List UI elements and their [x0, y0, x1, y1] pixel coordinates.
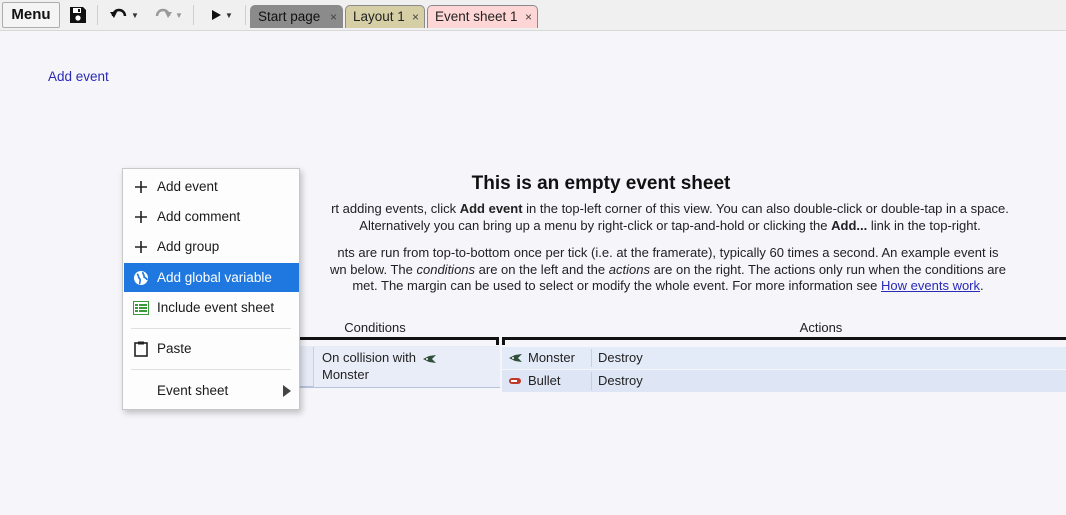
actions-header: Actions — [799, 320, 843, 335]
tab-start-page[interactable]: Start page × — [250, 5, 343, 28]
menu-item-label: Add event — [157, 179, 218, 194]
monster-icon — [422, 354, 436, 363]
menu-item-paste[interactable]: Paste — [124, 334, 299, 363]
menu-item-label: Include event sheet — [157, 300, 275, 315]
italic-text: conditions — [416, 261, 476, 277]
condition-line-1: On collision with — [322, 350, 500, 367]
menu-item-add-comment[interactable]: Add comment — [124, 202, 299, 231]
monster-icon — [509, 354, 522, 362]
example-action-row[interactable]: Bullet Destroy — [502, 370, 1066, 392]
menu-item-add-event[interactable]: Add event — [124, 172, 299, 201]
explanation-line-2: wn below. The conditions are on the left… — [283, 262, 1053, 279]
menu-item-add-group[interactable]: Add group — [124, 232, 299, 261]
close-icon[interactable]: × — [330, 6, 337, 28]
condition-text: On collision with — [322, 350, 416, 365]
play-icon[interactable]: ▼ — [203, 4, 239, 26]
text: in the top-left corner of this view. You… — [522, 201, 1009, 216]
plus-icon — [124, 210, 157, 223]
menu-item-label: Add comment — [157, 209, 241, 224]
text: are on the left and the — [475, 261, 609, 277]
tab-label: Layout 1 — [353, 9, 405, 24]
menu-item-include-event-sheet[interactable]: Include event sheet — [124, 293, 299, 322]
save-icon[interactable] — [66, 4, 90, 26]
bullet-icon — [509, 378, 521, 384]
clipboard-icon — [124, 341, 157, 357]
play-dropdown-caret[interactable]: ▼ — [225, 11, 233, 20]
example-action-row[interactable]: Monster Destroy — [502, 347, 1066, 369]
toolbar-separator — [193, 5, 194, 25]
toolbar: Menu ▼ ▼ ▼ Start page × Layout 1 × Event… — [0, 0, 1066, 31]
menu-separator — [131, 369, 291, 370]
intro-line-2: Alternatively you can bring up a menu by… — [280, 218, 1060, 235]
bold-text: Add... — [831, 217, 868, 233]
redo-icon[interactable]: ▼ — [149, 4, 187, 26]
explanation-line-1: nts are run from top-to-bottom once per … — [337, 245, 999, 260]
action-divider — [591, 372, 592, 390]
conditions-header-line — [300, 337, 498, 340]
explanation-line-3: met. The margin can be used to select or… — [283, 278, 1053, 295]
add-event-link[interactable]: Add event — [48, 69, 109, 84]
header-corner — [502, 337, 505, 345]
undo-dropdown-caret[interactable]: ▼ — [131, 11, 139, 20]
text: link in the top-right. — [867, 217, 981, 233]
menu-item-label: Add global variable — [157, 270, 272, 285]
menu-item-label: Event sheet — [157, 383, 229, 398]
actions-header-line — [503, 337, 1066, 340]
tab-label: Start page — [258, 9, 321, 24]
intro-line-1: rt adding events, click Add event in the… — [280, 201, 1060, 218]
plus-icon — [124, 180, 157, 193]
tab-event-sheet-1[interactable]: Event sheet 1 × — [427, 5, 538, 28]
text: rt adding events, click — [331, 201, 460, 216]
action-text: Destroy — [598, 350, 643, 365]
toolbar-separator — [245, 5, 246, 25]
text: . — [980, 278, 984, 293]
menu-item-add-global-variable[interactable]: Add global variable — [124, 263, 299, 292]
explanation-paragraph: nts are run from top-to-bottom once per … — [283, 245, 1053, 295]
text: are on the right. The actions only run w… — [649, 261, 1006, 277]
text: wn below. The — [330, 261, 417, 277]
italic-text: actions — [608, 261, 650, 277]
action-object: Bullet — [508, 370, 561, 392]
menu-item-label: Paste — [157, 341, 192, 356]
menu-separator — [131, 328, 291, 329]
menu-item-event-sheet-submenu[interactable]: Event sheet — [124, 376, 299, 405]
header-corner — [496, 337, 499, 345]
context-menu: Add event Add comment Add group Add glob… — [122, 168, 300, 410]
action-object: Monster — [508, 347, 575, 369]
menu-item-label: Add group — [157, 239, 220, 254]
event-sheet-icon — [124, 300, 157, 315]
undo-icon[interactable]: ▼ — [105, 4, 143, 26]
text: met. The margin can be used to select or… — [352, 278, 882, 293]
redo-dropdown-caret[interactable]: ▼ — [175, 11, 183, 20]
example-condition[interactable]: On collision with Monster — [313, 347, 500, 387]
object-name: Bullet — [528, 373, 561, 388]
plus-icon — [124, 240, 157, 253]
close-icon[interactable]: × — [412, 6, 419, 28]
how-events-work-link[interactable]: How events work — [881, 278, 980, 293]
text: Alternatively you can bring up a menu by… — [359, 217, 832, 233]
condition-line-2: Monster — [322, 366, 369, 382]
menu-button[interactable]: Menu — [2, 2, 60, 28]
conditions-header: Conditions — [344, 320, 406, 335]
intro-paragraph: rt adding events, click Add event in the… — [280, 201, 1060, 234]
close-icon[interactable]: × — [525, 6, 532, 28]
tab-layout-1[interactable]: Layout 1 × — [345, 5, 425, 28]
globe-icon — [124, 270, 157, 286]
bold-text: Add event — [459, 201, 523, 216]
action-divider — [591, 349, 592, 367]
submenu-arrow-icon — [283, 385, 291, 397]
toolbar-separator — [97, 5, 98, 25]
tab-label: Event sheet 1 — [435, 9, 518, 24]
object-name: Monster — [528, 350, 575, 365]
action-text: Destroy — [598, 373, 643, 388]
